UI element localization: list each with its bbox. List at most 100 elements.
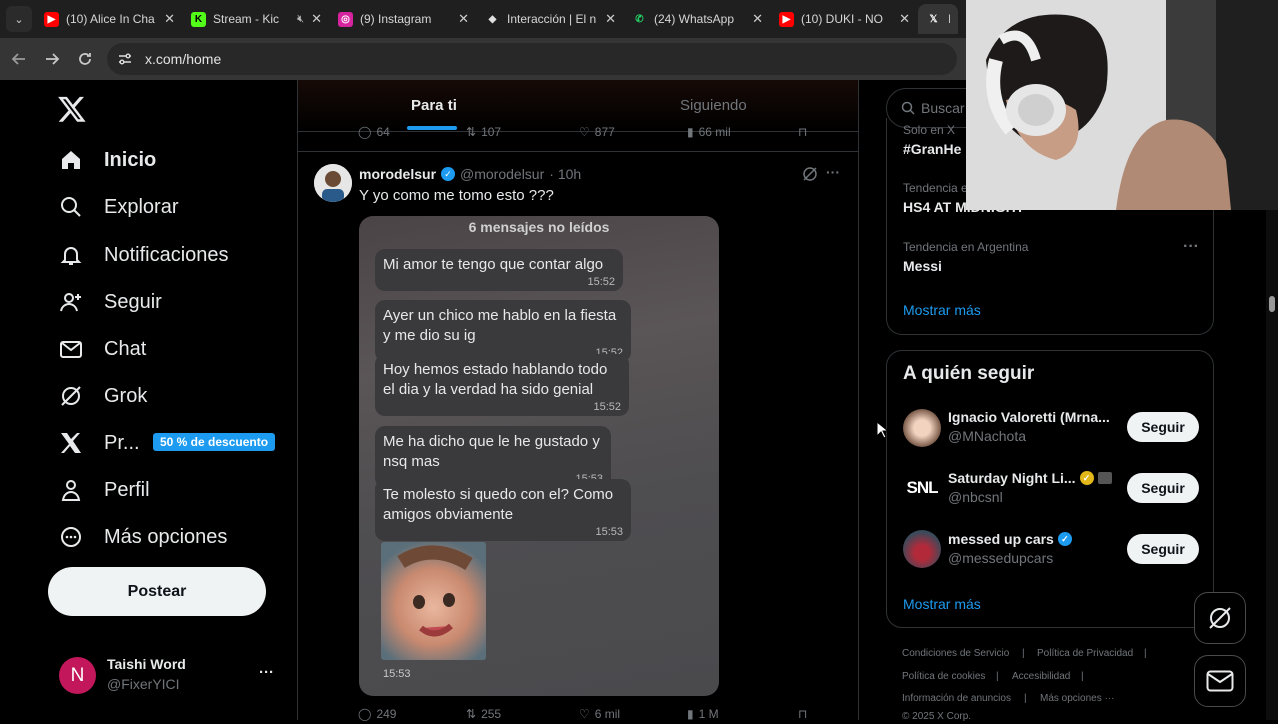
- footer-separator: |: [1081, 671, 1084, 682]
- follow-button[interactable]: Seguir: [1127, 534, 1199, 564]
- premium-promo-badge[interactable]: 50 % de descuento: [153, 433, 276, 451]
- follow-handle[interactable]: @nbcsnl: [948, 489, 1003, 505]
- kick-icon: K: [191, 11, 206, 27]
- footer-link[interactable]: Política de cookies: [902, 671, 985, 682]
- footer-link[interactable]: Política de Privacidad: [1037, 648, 1133, 659]
- browser-tab[interactable]: ✆ (24) WhatsApp ✕: [624, 4, 771, 34]
- post-avatar[interactable]: [314, 164, 352, 202]
- browser-tab[interactable]: ▶ (10) DUKI - NO ✕: [771, 4, 918, 34]
- messages-floating-button[interactable]: [1194, 655, 1246, 707]
- views-button[interactable]: ▮ 1 M: [687, 707, 719, 721]
- follow-button[interactable]: Seguir: [1127, 412, 1199, 442]
- browser-tab[interactable]: ▶ (10) Alice In Cha ✕: [36, 4, 183, 34]
- like-button[interactable]: ♡ 877: [579, 125, 615, 139]
- post-author-handle[interactable]: @morodelsur: [460, 166, 544, 182]
- reply-button[interactable]: ◯ 249: [358, 707, 396, 721]
- close-icon[interactable]: ✕: [899, 11, 910, 27]
- grok-explain-icon[interactable]: [802, 166, 818, 187]
- follow-name[interactable]: Ignacio Valoretti (Mrna...: [948, 409, 1110, 425]
- follow-name[interactable]: Saturday Night Li... ✓: [948, 470, 1112, 486]
- post-image[interactable]: 6 mensajes no leídos Mi amor te tengo qu…: [359, 216, 719, 696]
- follow-show-more-link[interactable]: Mostrar más: [903, 596, 981, 612]
- webcam-overlay: [966, 0, 1278, 210]
- tab-para-ti[interactable]: Para ti: [411, 97, 457, 114]
- footer-link[interactable]: Accesibilidad: [1012, 671, 1070, 682]
- tab-title: (9) Instagram: [360, 12, 432, 26]
- address-bar[interactable]: x.com/home: [107, 43, 957, 75]
- chat-message-text: Ayer un chico me hablo en la fiesta y me…: [383, 307, 617, 344]
- follow-handle[interactable]: @MNachota: [948, 428, 1026, 444]
- close-icon[interactable]: ✕: [311, 11, 322, 27]
- reload-button[interactable]: [71, 45, 99, 73]
- page-scrollbar[interactable]: [1266, 210, 1278, 720]
- trends-show-more-link[interactable]: Mostrar más: [903, 302, 981, 318]
- baby-photo: [381, 542, 486, 660]
- like-button[interactable]: ♡ 6 mil: [579, 707, 620, 721]
- tab-siguiendo[interactable]: Siguiendo: [680, 97, 747, 114]
- chat-message-text: Mi amor te tengo que contar algo: [383, 256, 604, 273]
- trend-label: Solo en X: [903, 123, 956, 137]
- copyright: © 2025 X Corp.: [902, 711, 972, 722]
- browser-tab[interactable]: K Stream - Kic 🔇︎ ✕: [183, 4, 330, 34]
- browser-tab[interactable]: 𝕏 In: [918, 4, 958, 34]
- footer-separator: |: [996, 671, 999, 682]
- post-button[interactable]: Postear: [48, 567, 266, 616]
- post-time[interactable]: · 10h: [549, 166, 581, 182]
- grok-floating-button[interactable]: [1194, 592, 1246, 644]
- avatar[interactable]: [903, 530, 941, 568]
- views-button[interactable]: ▮ 66 mil: [687, 125, 731, 139]
- nav-item-premium[interactable]: Pr...: [58, 429, 140, 457]
- forward-button[interactable]: [38, 45, 66, 73]
- nav-item-notificaciones[interactable]: Notificaciones: [58, 241, 229, 269]
- nav-item-chat[interactable]: Chat: [58, 335, 146, 363]
- close-icon[interactable]: ✕: [458, 11, 469, 27]
- whatsapp-icon: ✆: [635, 13, 644, 25]
- snl-logo[interactable]: SNL: [903, 469, 941, 507]
- footer-link[interactable]: Información de anuncios: [902, 693, 1011, 704]
- x-logo-icon[interactable]: [57, 94, 87, 124]
- bookmark-icon: ⊓: [798, 707, 808, 721]
- avatar[interactable]: [903, 409, 941, 447]
- nav-item-explorar[interactable]: Explorar: [58, 193, 178, 221]
- like-count: 6 mil: [594, 707, 621, 721]
- follow-handle[interactable]: @messedupcars: [948, 550, 1053, 566]
- nav-item-perfil[interactable]: Perfil: [58, 476, 150, 504]
- close-icon[interactable]: ✕: [164, 11, 175, 27]
- bookmark-button[interactable]: ⊓: [798, 125, 807, 139]
- repost-button[interactable]: ⇅ 255: [466, 707, 501, 721]
- tab-title: In: [948, 12, 950, 26]
- back-button[interactable]: [5, 45, 33, 73]
- home-icon: [58, 147, 84, 173]
- trend-name[interactable]: Messi: [903, 258, 942, 274]
- footer-link[interactable]: Condiciones de Servicio: [902, 648, 1009, 659]
- browser-tab[interactable]: ◎ (9) Instagram ✕: [330, 4, 477, 34]
- account-switcher[interactable]: N Taishi Word @FixerYICI ···: [59, 650, 281, 698]
- trend-label: Tendencia e: [903, 181, 968, 195]
- reply-button[interactable]: ◯ 64: [358, 125, 390, 139]
- chat-message-text: Hoy hemos estado hablando todo el dia y …: [383, 361, 608, 398]
- trend-more-icon[interactable]: ···: [1183, 238, 1199, 256]
- post-more-icon[interactable]: ···: [826, 164, 840, 180]
- nav-item-más-opciones[interactable]: Más opciones: [58, 523, 227, 551]
- trend-name[interactable]: #GranHe: [903, 141, 961, 157]
- reply-count: 249: [376, 707, 397, 721]
- tab-title: Stream - Kic: [213, 12, 280, 26]
- bookmark-button[interactable]: ⊓: [798, 707, 807, 721]
- repost-button[interactable]: ⇅ 107: [466, 125, 501, 139]
- nav-item-label: Pr...: [104, 431, 140, 454]
- nav-item-seguir[interactable]: Seguir: [58, 288, 162, 316]
- follow-name[interactable]: messed up cars ✓: [948, 531, 1072, 547]
- footer-link[interactable]: Más opciones ···: [1040, 693, 1114, 704]
- tab-search-button[interactable]: ⌄: [6, 6, 32, 32]
- nav-item-label: Perfil: [104, 478, 150, 501]
- close-icon[interactable]: ✕: [752, 11, 763, 27]
- grok-icon: [58, 383, 84, 409]
- nav-item-inicio[interactable]: Inicio: [58, 146, 156, 174]
- post-author-name[interactable]: morodelsur: [359, 166, 436, 182]
- nav-item-grok[interactable]: Grok: [58, 382, 147, 410]
- close-icon[interactable]: ✕: [605, 11, 616, 27]
- follow-button[interactable]: Seguir: [1127, 473, 1199, 503]
- scrollbar-thumb[interactable]: [1269, 296, 1275, 312]
- muted-icon[interactable]: 🔇︎: [297, 13, 304, 26]
- browser-tab[interactable]: ◆ Interacción | El n ✕: [477, 4, 624, 34]
